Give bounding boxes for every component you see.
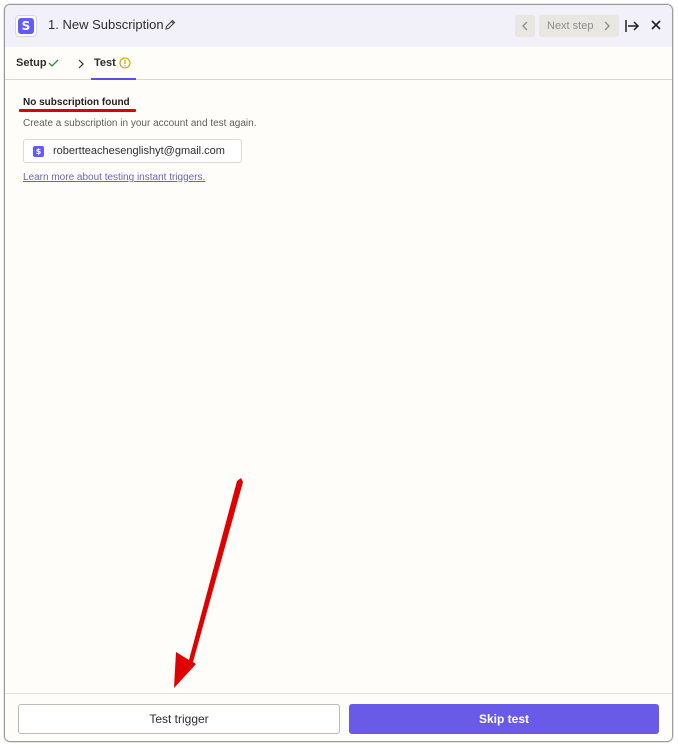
learn-more-link[interactable]: Learn more about testing instant trigger… bbox=[23, 172, 205, 183]
warning-icon bbox=[119, 57, 131, 69]
account-email: robertteachesenglishyt@gmail.com bbox=[53, 145, 225, 157]
chevron-left-icon bbox=[522, 21, 528, 31]
step-tabs: Setup Test bbox=[5, 47, 672, 80]
step-panel: S 1. New Subscription Next step Setup Te… bbox=[4, 4, 673, 742]
annotation-underline bbox=[19, 109, 136, 112]
connected-account[interactable]: $ robertteachesenglishyt@gmail.com bbox=[23, 139, 242, 163]
app-logo-letter: S bbox=[18, 18, 34, 34]
chevron-right-icon bbox=[78, 59, 84, 69]
skip-test-button[interactable]: Skip test bbox=[349, 704, 659, 734]
close-icon[interactable] bbox=[649, 18, 663, 32]
tab-test[interactable]: Test bbox=[94, 57, 116, 69]
check-icon bbox=[48, 59, 59, 67]
chevron-right-icon bbox=[604, 21, 610, 31]
panel-header: S 1. New Subscription Next step bbox=[5, 5, 672, 47]
collapse-panel-icon[interactable] bbox=[624, 18, 640, 34]
stripe-app-logo: S bbox=[15, 15, 37, 37]
pencil-icon[interactable] bbox=[164, 19, 176, 31]
step-title[interactable]: 1. New Subscription bbox=[48, 17, 164, 32]
active-tab-indicator bbox=[91, 78, 136, 80]
test-trigger-button[interactable]: Test trigger bbox=[18, 704, 340, 734]
next-step-button[interactable]: Next step bbox=[539, 15, 619, 37]
panel-footer: Test trigger Skip test bbox=[5, 693, 672, 741]
no-subscription-heading: No subscription found bbox=[23, 97, 130, 108]
test-description: Create a subscription in your account an… bbox=[23, 118, 257, 129]
step-navigation: Next step bbox=[515, 15, 619, 37]
tab-setup[interactable]: Setup bbox=[16, 57, 47, 69]
stripe-account-icon: $ bbox=[33, 145, 44, 157]
previous-step-button[interactable] bbox=[515, 15, 535, 37]
next-step-label: Next step bbox=[547, 20, 594, 32]
